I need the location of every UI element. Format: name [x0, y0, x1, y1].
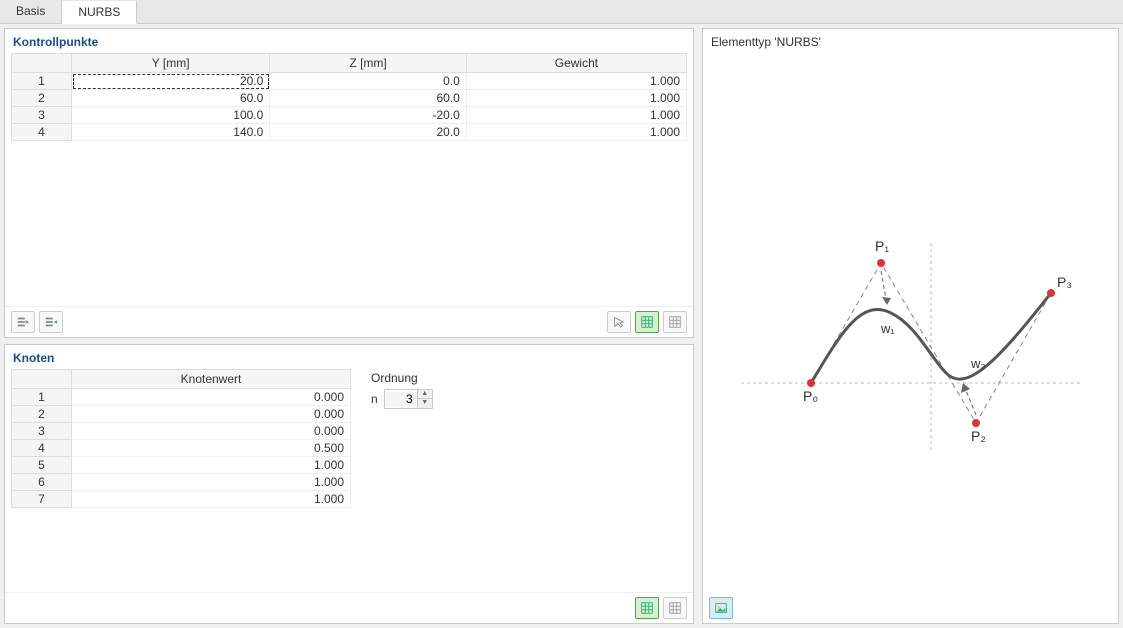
col-z: Z [mm] — [270, 54, 467, 73]
elementtyp-title: Elementtyp 'NURBS' — [703, 29, 1118, 53]
tab-nurbs[interactable]: NURBS — [62, 1, 137, 24]
label-p1: P₁ — [875, 238, 889, 254]
kontrollpunkte-panel: Kontrollpunkte Y [mm] Z [mm] Gewicht 1 — [4, 28, 694, 338]
ordnung-label: Ordnung — [371, 371, 433, 385]
tab-bar: Basis NURBS — [0, 0, 1123, 24]
knoten-toolbar — [5, 592, 693, 623]
table-row[interactable]: 1 20.0 0.0 1.000 — [12, 73, 687, 90]
ordnung-spinner[interactable]: ▲ ▼ — [384, 389, 433, 409]
insert-row-before-button[interactable] — [11, 311, 35, 333]
nurbs-diagram: P₀ P₁ P₂ P₃ w₁ w₂ — [731, 183, 1091, 463]
knoten-table[interactable]: Knotenwert 10.000 20.000 30.000 40.500 5… — [11, 369, 351, 508]
pick-point-button[interactable] — [607, 311, 631, 333]
kontrollpunkte-title: Kontrollpunkte — [5, 29, 693, 53]
elementtyp-panel: Elementtyp 'NURBS' — [702, 28, 1119, 624]
knoten-panel: Knoten Knotenwert 10.000 20.000 — [4, 344, 694, 624]
kontrollpunkte-toolbar — [5, 306, 693, 337]
table-row[interactable]: 10.000 — [12, 389, 351, 406]
tab-basis[interactable]: Basis — [0, 0, 62, 23]
table-row[interactable]: 61.000 — [12, 474, 351, 491]
image-options-button[interactable] — [709, 597, 733, 619]
excel-export-button[interactable] — [635, 311, 659, 333]
ordnung-input[interactable] — [385, 392, 417, 406]
ordnung-up-button[interactable]: ▲ — [418, 390, 432, 399]
col-gewicht: Gewicht — [466, 54, 686, 73]
label-w2: w₂ — [970, 356, 985, 371]
ordnung-group: Ordnung n ▲ ▼ — [371, 369, 433, 592]
label-w1: w₁ — [880, 321, 895, 336]
excel-export-button[interactable] — [635, 597, 659, 619]
col-knotenwert: Knotenwert — [72, 370, 351, 389]
excel-import-button[interactable] — [663, 597, 687, 619]
table-row[interactable]: 30.000 — [12, 423, 351, 440]
table-row[interactable]: 40.500 — [12, 440, 351, 457]
table-row[interactable]: 2 60.0 60.0 1.000 — [12, 90, 687, 107]
label-p2: P₂ — [971, 428, 986, 444]
table-row[interactable]: 3 100.0 -20.0 1.000 — [12, 107, 687, 124]
ordnung-letter: n — [371, 392, 378, 406]
table-row[interactable]: 4 140.0 20.0 1.000 — [12, 124, 687, 141]
label-p0: P₀ — [803, 388, 818, 404]
table-row[interactable]: 20.000 — [12, 406, 351, 423]
kontrollpunkte-table[interactable]: Y [mm] Z [mm] Gewicht 1 20.0 0.0 1.000 — [11, 53, 687, 141]
table-row[interactable]: 71.000 — [12, 491, 351, 508]
insert-row-after-button[interactable] — [39, 311, 63, 333]
col-y: Y [mm] — [72, 54, 270, 73]
excel-import-button[interactable] — [663, 311, 687, 333]
ordnung-down-button[interactable]: ▼ — [418, 399, 432, 408]
label-p3: P₃ — [1057, 274, 1072, 290]
knoten-title: Knoten — [5, 345, 693, 369]
table-row[interactable]: 51.000 — [12, 457, 351, 474]
